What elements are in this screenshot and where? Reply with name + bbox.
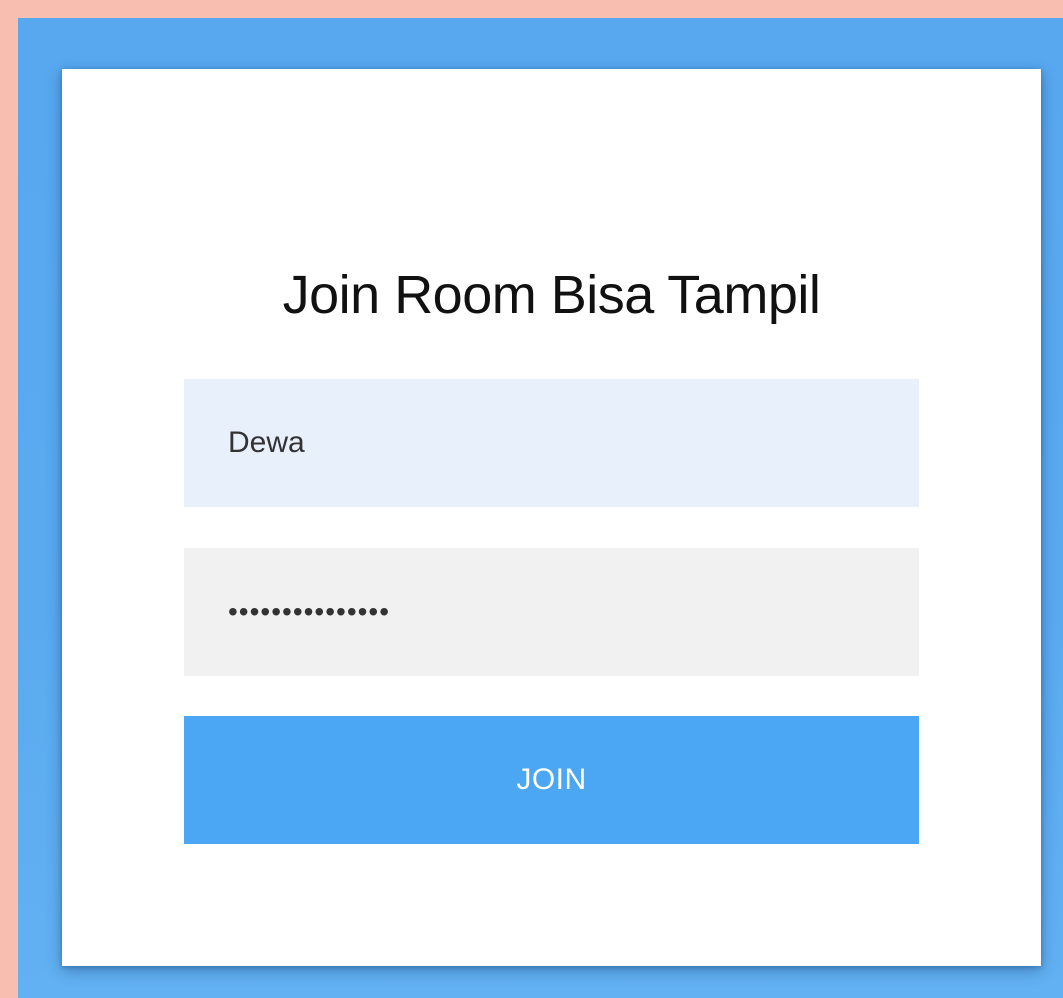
- join-room-card: Join Room Bisa Tampil JOIN: [62, 69, 1041, 966]
- password-input[interactable]: [184, 548, 919, 676]
- join-button[interactable]: JOIN: [184, 716, 919, 844]
- form-title: Join Room Bisa Tampil: [282, 265, 821, 325]
- name-input[interactable]: [184, 379, 919, 507]
- background-panel: Join Room Bisa Tampil JOIN: [18, 18, 1063, 998]
